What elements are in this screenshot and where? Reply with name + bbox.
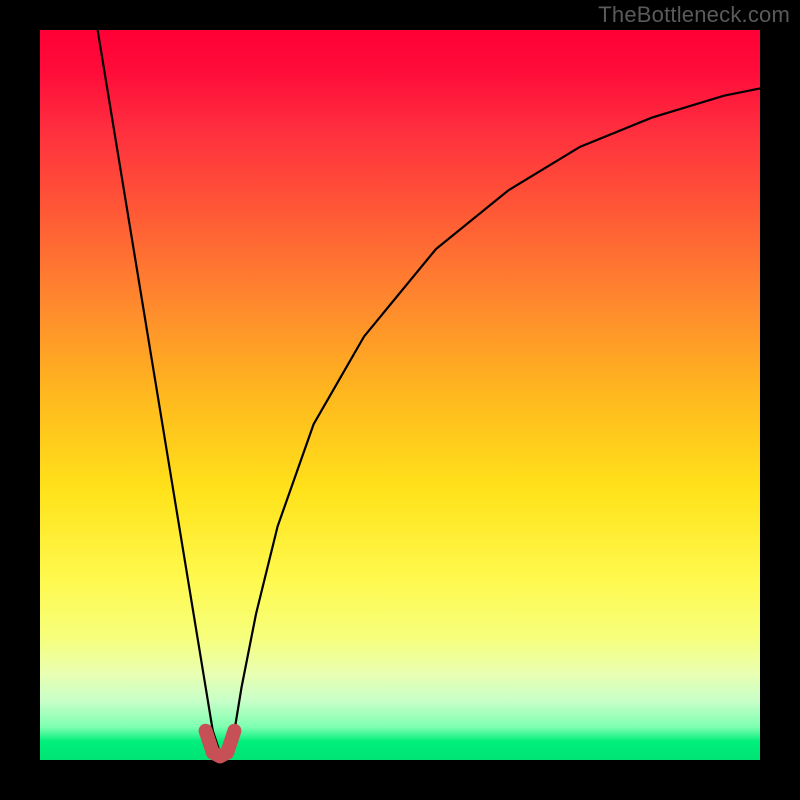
curve-layer bbox=[40, 30, 760, 760]
valley-marker bbox=[206, 731, 235, 757]
chart-frame: TheBottleneck.com bbox=[0, 0, 800, 800]
bottleneck-curve bbox=[98, 30, 760, 753]
watermark-text: TheBottleneck.com bbox=[598, 2, 790, 28]
plot-area bbox=[40, 30, 760, 760]
